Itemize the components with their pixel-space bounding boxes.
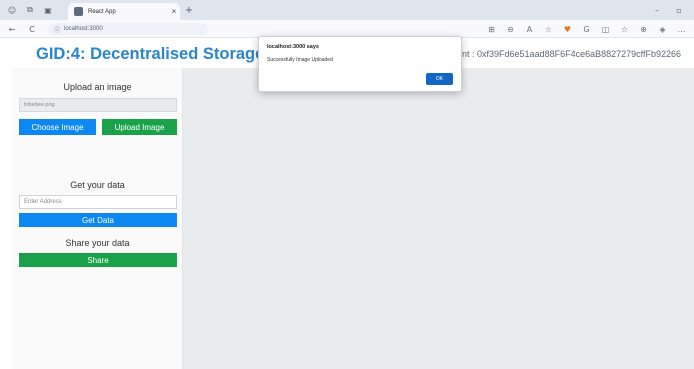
sidebar: Upload an image tribebee.png Choose Imag… <box>12 68 183 369</box>
tab-title: React App <box>88 8 116 15</box>
split-screen-icon[interactable]: ◫ <box>601 25 610 34</box>
restore-button[interactable]: ▫ <box>672 4 686 16</box>
new-tab-button[interactable]: + <box>183 3 195 17</box>
read-mode-icon[interactable]: ⊞ <box>487 25 496 34</box>
favorite-star-icon[interactable]: ☆ <box>544 25 553 34</box>
upload-heading: Upload an image <box>63 82 132 92</box>
main-display-area <box>183 68 694 369</box>
site-info-icon[interactable]: ⓘ <box>54 25 60 34</box>
get-data-button[interactable]: Get Data <box>19 213 177 227</box>
share-heading: Share your data <box>65 238 130 248</box>
read-aloud-icon[interactable]: A <box>525 25 534 34</box>
toolbar-extension-icons: ⊞ ⊖ A ☆ ♥ G ◫ ☆ ⊕ ◈ … <box>487 22 686 36</box>
metamask-icon[interactable]: ♥ <box>563 25 572 34</box>
alert-dialog: localhost:3000 says Successfully Image U… <box>258 36 462 92</box>
address-input[interactable]: Enter Address <box>19 195 177 209</box>
browser-tab-strip: ☺ ⧉ ▣ React App × + – ▫ <box>0 0 694 20</box>
dialog-message: Successfully Image Uploaded <box>267 57 333 63</box>
choose-image-button[interactable]: Choose Image <box>19 119 96 135</box>
collections-icon[interactable]: ⧉ <box>24 4 36 16</box>
tab-close-icon[interactable]: × <box>168 7 180 16</box>
get-data-heading: Get your data <box>70 180 125 190</box>
minimize-button[interactable]: – <box>650 4 664 16</box>
upload-image-button[interactable]: Upload Image <box>102 119 177 135</box>
collections-toolbar-icon[interactable]: ⊕ <box>639 25 648 34</box>
profile-icon[interactable]: ☺ <box>6 4 18 16</box>
tab-react-app[interactable]: React App × <box>68 3 180 20</box>
grammarly-icon[interactable]: G <box>582 25 591 34</box>
dialog-title: localhost:3000 says <box>267 44 319 50</box>
address-url: localhost:3000 <box>64 26 103 32</box>
more-options-icon[interactable]: … <box>677 25 686 34</box>
react-favicon-icon <box>74 7 83 16</box>
dialog-ok-button[interactable]: OK <box>426 73 453 85</box>
address-bar[interactable]: ⓘ localhost:3000 <box>48 23 208 35</box>
copilot-icon[interactable]: ◈ <box>658 25 667 34</box>
account-address: ount : 0xf39Fd6e51aad88F6F4ce6aB8827279c… <box>452 49 682 59</box>
tab-actions-icon[interactable]: ▣ <box>42 4 54 16</box>
file-name-field[interactable]: tribebee.png <box>19 98 177 112</box>
app-title: GID:4: Decentralised Storage <box>36 45 265 63</box>
back-button[interactable]: ← <box>6 22 18 36</box>
reload-button[interactable]: C <box>26 22 38 36</box>
favorites-icon[interactable]: ☆ <box>620 25 629 34</box>
zoom-icon[interactable]: ⊖ <box>506 25 515 34</box>
share-button[interactable]: Share <box>19 253 177 267</box>
